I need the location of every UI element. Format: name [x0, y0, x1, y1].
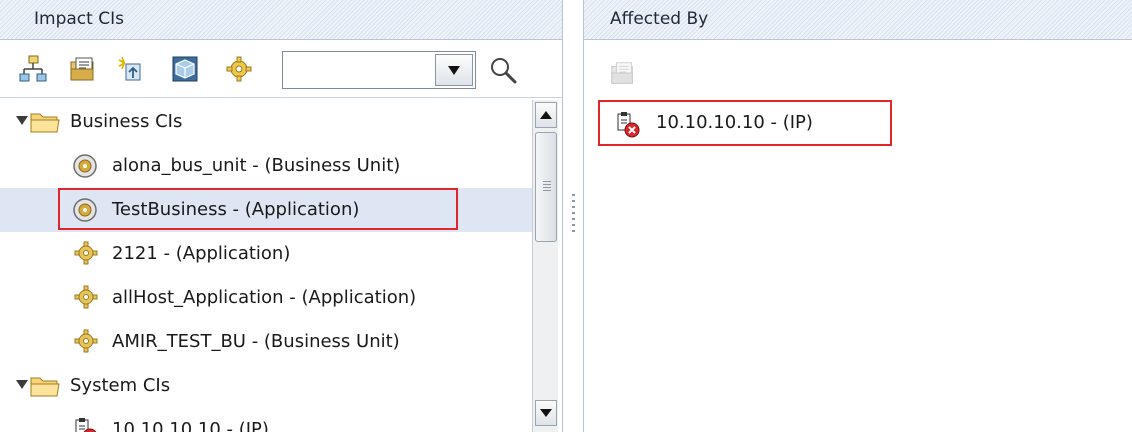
affected-by-panel: Affected By 10.10.10.10 - (IP): [584, 0, 1132, 432]
tree-group-label: System CIs: [70, 375, 171, 396]
arrow-up-icon: [540, 111, 552, 119]
expand-arrow-icon[interactable]: [16, 116, 28, 125]
impact-ci-tree: Business CIs alona_bus_unit - (Business …: [0, 98, 532, 432]
cube-icon[interactable]: [168, 52, 202, 86]
ip-error-icon: [75, 418, 97, 432]
impact-cis-header: Impact CIs: [0, 0, 562, 40]
search-icon: [491, 58, 517, 84]
ip-error-icon: [617, 112, 640, 138]
chevron-down-icon: [448, 65, 460, 75]
splitter-grip[interactable]: [572, 194, 575, 232]
settings-gear-icon[interactable]: [222, 52, 256, 86]
affected-by-item[interactable]: 10.10.10.10 - (IP): [598, 100, 892, 146]
business-unit-icon: [73, 154, 97, 178]
tree-item[interactable]: 2121 - (Application): [0, 232, 532, 276]
highlight-box-selected-item: [58, 188, 458, 230]
tree-item-label: AMIR_TEST_BU - (Business Unit): [112, 331, 400, 352]
tree-item-label: 2121 - (Application): [112, 243, 291, 264]
scrollbar-grip: [543, 181, 551, 193]
tree-item[interactable]: AMIR_TEST_BU - (Business Unit): [0, 320, 532, 364]
new-item-icon[interactable]: [114, 52, 148, 86]
tree-item[interactable]: allHost_Application - (Application): [0, 276, 532, 320]
panel-splitter[interactable]: [562, 0, 584, 432]
folder-properties-icon[interactable]: [66, 52, 100, 86]
filter-dropdown-button[interactable]: [435, 54, 473, 86]
tree-item-label: 10.10.10.10 - (IP): [112, 419, 269, 432]
tree-group-business-cis[interactable]: Business CIs: [0, 100, 532, 144]
affected-by-toolbar: [584, 42, 1132, 90]
tree-item[interactable]: 10.10.10.10 - (IP): [0, 408, 532, 432]
application-gear-icon: [74, 241, 98, 265]
arrow-down-icon: [540, 409, 552, 417]
impact-cis-panel: Impact CIs Business CIs alona_bus_unit -…: [0, 0, 562, 432]
scroll-down-button[interactable]: [535, 400, 557, 426]
tree-item-label: alona_bus_unit - (Business Unit): [112, 155, 401, 176]
scroll-up-button[interactable]: [535, 102, 557, 128]
affected-by-title: Affected By: [610, 9, 709, 29]
application-gear-icon: [74, 285, 98, 309]
properties-icon[interactable]: [606, 56, 640, 90]
hierarchy-icon[interactable]: [16, 52, 50, 86]
tree-group-system-cis[interactable]: System CIs: [0, 364, 532, 408]
impact-cis-title: Impact CIs: [34, 9, 124, 29]
scrollbar-thumb[interactable]: [535, 132, 557, 242]
tree-group-label: Business CIs: [70, 111, 183, 132]
impact-cis-toolbar: [0, 42, 562, 98]
folder-icon: [30, 113, 60, 133]
tree-item[interactable]: alona_bus_unit - (Business Unit): [0, 144, 532, 188]
search-button[interactable]: [486, 53, 520, 87]
folder-icon: [30, 377, 60, 397]
application-gear-icon: [74, 329, 98, 353]
tree-scrollbar[interactable]: [532, 100, 558, 432]
affected-by-item-label: 10.10.10.10 - (IP): [656, 112, 813, 133]
filter-input[interactable]: [283, 52, 433, 88]
expand-arrow-icon[interactable]: [16, 380, 28, 389]
filter-combobox[interactable]: [282, 51, 476, 89]
tree-item-label: allHost_Application - (Application): [112, 287, 417, 308]
affected-by-header: Affected By: [584, 0, 1132, 40]
